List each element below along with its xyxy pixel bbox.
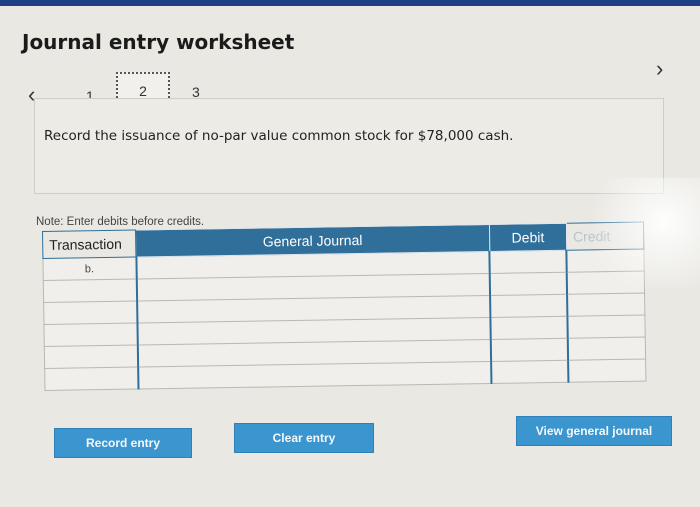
debit-input[interactable]	[489, 272, 568, 296]
clear-entry-button[interactable]: Clear entry	[234, 423, 374, 453]
transaction-cell	[43, 279, 137, 303]
credit-input[interactable]	[567, 315, 646, 339]
debit-input[interactable]	[490, 338, 569, 362]
transaction-cell	[44, 345, 138, 369]
transaction-cell	[43, 301, 138, 325]
header-debit: Debit	[489, 223, 567, 252]
note-text: Note: Enter debits before credits.	[36, 216, 205, 228]
debit-input[interactable]	[491, 360, 569, 384]
instruction-text: Record the issuance of no-par value comm…	[44, 128, 514, 144]
credit-input[interactable]	[568, 359, 646, 383]
debit-input[interactable]	[489, 250, 568, 274]
top-bar	[0, 0, 700, 6]
page-title: Journal entry worksheet	[22, 30, 295, 54]
step-tab-2-label: 2	[139, 83, 147, 99]
journal-table: Transaction General Journal Debit Credit…	[42, 222, 646, 391]
account-input[interactable]	[137, 361, 492, 390]
instruction-panel	[34, 98, 664, 194]
debit-input[interactable]	[490, 294, 568, 318]
view-general-journal-button[interactable]: View general journal	[516, 416, 672, 446]
transaction-cell	[44, 367, 139, 391]
transaction-cell	[43, 323, 138, 347]
transaction-cell: b.	[42, 257, 137, 281]
credit-input[interactable]	[567, 293, 645, 317]
record-entry-button[interactable]: Record entry	[54, 428, 192, 458]
debit-input[interactable]	[490, 316, 569, 340]
next-arrow-icon[interactable]: ›	[656, 56, 663, 82]
header-transaction: Transaction	[42, 230, 137, 259]
credit-input[interactable]	[568, 337, 646, 361]
screen-glare	[580, 178, 700, 288]
